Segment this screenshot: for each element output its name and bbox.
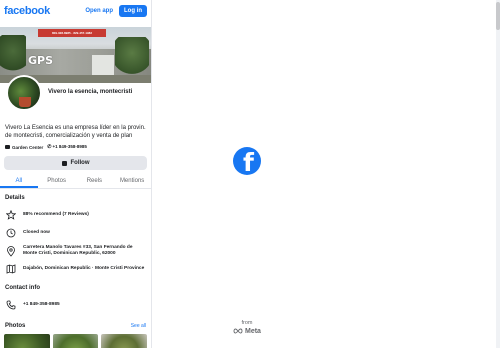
from-label: from bbox=[241, 320, 253, 326]
location-pin-icon bbox=[5, 245, 17, 257]
page-description: Vivero La Esencia es una empresa líder e… bbox=[5, 125, 146, 139]
details-title: Details bbox=[5, 195, 25, 201]
cover-tent bbox=[92, 55, 114, 75]
cover-sign: 809-328-8985 · 829-457-1982 bbox=[38, 29, 106, 37]
facebook-icon: f bbox=[233, 147, 261, 175]
detail-recommend[interactable]: 88% recommend (7 Reviews) bbox=[0, 207, 151, 223]
detail-recommend-text: 88% recommend (7 Reviews) bbox=[23, 211, 89, 217]
phone-icon: ✆ bbox=[47, 144, 52, 150]
phone-icon bbox=[5, 300, 17, 310]
photos-grid bbox=[0, 334, 151, 348]
cover-gps-sign: GPS bbox=[28, 54, 54, 67]
detail-hours[interactable]: Closed now bbox=[0, 225, 151, 241]
top-bar: facebook Open app Log in bbox=[0, 0, 151, 21]
photos-header: Photos See all bbox=[0, 321, 151, 331]
tab-all[interactable]: All bbox=[0, 174, 38, 188]
contact-phone-text: +1 849-358-8985 bbox=[23, 301, 60, 307]
page-title: Vivero la esencia, montecristi bbox=[48, 89, 133, 95]
star-icon bbox=[5, 210, 17, 220]
login-button[interactable]: Log in bbox=[119, 4, 147, 17]
photo-thumbnail[interactable] bbox=[101, 334, 148, 348]
tab-mentions[interactable]: Mentions bbox=[113, 174, 151, 188]
detail-hours-text: Closed now bbox=[23, 229, 50, 235]
facebook-logo[interactable]: facebook bbox=[4, 5, 85, 17]
briefcase-icon bbox=[5, 145, 10, 150]
cover-tree-left bbox=[0, 35, 26, 75]
page-meta: Garden Center ✆+1 849-358-8985 bbox=[0, 144, 151, 150]
detail-region-text: Dajabón, Dominican Republic · Monte Cris… bbox=[23, 265, 145, 271]
detail-address[interactable]: Carretera Manolo Tavares #33, San Fernan… bbox=[0, 243, 151, 259]
scrollbar-thumb[interactable] bbox=[496, 2, 500, 30]
scrollbar[interactable] bbox=[496, 0, 500, 348]
photo-thumbnail[interactable] bbox=[4, 334, 50, 348]
cover-tree-right bbox=[115, 37, 149, 77]
meta-logo: Meta bbox=[152, 328, 342, 335]
category: Garden Center bbox=[5, 145, 43, 150]
avatar[interactable] bbox=[6, 75, 42, 111]
clock-icon bbox=[5, 228, 17, 238]
splash-panel: f from Meta bbox=[152, 0, 500, 348]
meta-infinity-icon bbox=[233, 328, 243, 334]
mobile-page-panel: facebook Open app Log in 809-328-8985 · … bbox=[0, 0, 152, 348]
follow-label: Follow bbox=[70, 160, 90, 166]
category-label: Garden Center bbox=[12, 144, 44, 150]
follow-button[interactable]: Follow bbox=[4, 156, 147, 170]
photo-thumbnail[interactable] bbox=[52, 334, 99, 348]
tab-photos[interactable]: Photos bbox=[38, 174, 76, 188]
see-all-link[interactable]: See all bbox=[131, 323, 146, 329]
map-icon bbox=[5, 264, 17, 274]
contact-phone[interactable]: +1 849-358-8985 bbox=[0, 297, 151, 313]
tab-reels[interactable]: Reels bbox=[76, 174, 114, 188]
detail-address-text: Carretera Manolo Tavares #33, San Fernan… bbox=[23, 244, 133, 257]
page-tabs: All Photos Reels Mentions bbox=[0, 174, 151, 189]
photos-title: Photos bbox=[5, 323, 26, 329]
phone-meta[interactable]: ✆+1 849-358-8985 bbox=[47, 144, 87, 150]
follow-icon bbox=[61, 160, 67, 166]
contact-title: Contact info bbox=[5, 285, 40, 291]
phone-meta-label: +1 849-358-8985 bbox=[52, 144, 87, 149]
open-app-link[interactable]: Open app bbox=[85, 8, 113, 14]
meta-label: Meta bbox=[245, 328, 261, 335]
profile-header: Vivero la esencia, montecristi bbox=[0, 75, 151, 123]
detail-region[interactable]: Dajabón, Dominican Republic · Monte Cris… bbox=[0, 261, 151, 277]
